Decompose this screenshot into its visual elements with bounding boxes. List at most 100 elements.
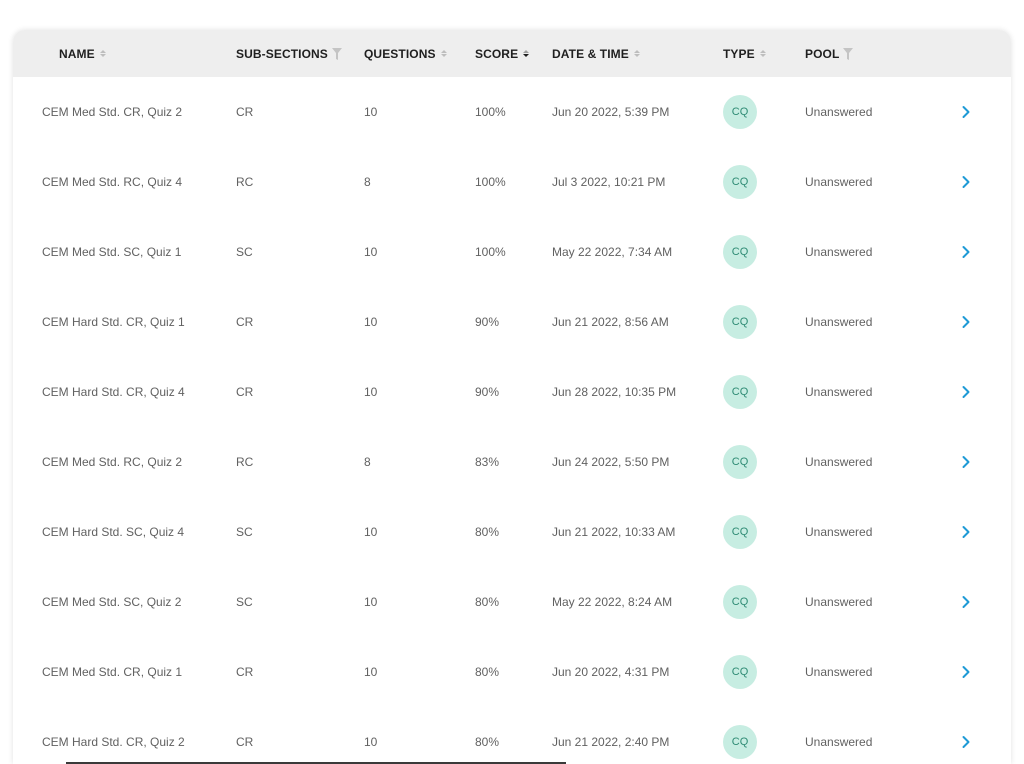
column-header-score[interactable]: SCORE: [475, 30, 530, 77]
chevron-right-icon: [962, 386, 970, 398]
datetime-cell: May 22 2022, 7:34 AM: [552, 245, 673, 259]
column-header-pool[interactable]: POOL: [805, 30, 854, 77]
row-open-button[interactable]: [961, 637, 971, 707]
type-cell: CQ: [723, 287, 757, 357]
chevron-right-icon: [962, 106, 970, 118]
row-open-button[interactable]: [961, 77, 971, 147]
table-row[interactable]: CEM Med Std. CR, Quiz 1 CR 10 80% Jun 20…: [13, 637, 1011, 707]
questions-cell: 10: [364, 245, 378, 259]
chevron-right-icon: [962, 316, 970, 328]
subsection-cell: CR: [236, 105, 254, 119]
quiz-results-table: NAME SUB-SECTIONS QUESTIONS SCORE DATE &…: [13, 30, 1011, 764]
pool-cell: Unanswered: [805, 735, 873, 749]
row-open-button[interactable]: [961, 357, 971, 427]
row-open-button[interactable]: [961, 427, 971, 497]
quiz-name: CEM Hard Std. CR, Quiz 2: [42, 735, 185, 749]
score-cell: 80%: [475, 525, 500, 539]
table-row[interactable]: CEM Med Std. RC, Quiz 4 RC 8 100% Jul 3 …: [13, 147, 1011, 217]
quiz-name: CEM Med Std. SC, Quiz 2: [42, 595, 182, 609]
type-badge: CQ: [723, 655, 757, 689]
chevron-right-icon: [962, 666, 970, 678]
table-row[interactable]: CEM Hard Std. CR, Quiz 1 CR 10 90% Jun 2…: [13, 287, 1011, 357]
datetime-cell: Jun 24 2022, 5:50 PM: [552, 455, 670, 469]
chevron-right-icon: [962, 176, 970, 188]
column-header-questions[interactable]: QUESTIONS: [364, 30, 447, 77]
type-badge: CQ: [723, 95, 757, 129]
filter-icon: [331, 47, 342, 60]
column-header-type[interactable]: TYPE: [723, 30, 766, 77]
pool-cell: Unanswered: [805, 105, 873, 119]
pool-cell: Unanswered: [805, 455, 873, 469]
subsection-cell: SC: [236, 525, 253, 539]
column-header-subsections[interactable]: SUB-SECTIONS: [236, 30, 342, 77]
type-badge: CQ: [723, 445, 757, 479]
datetime-cell: Jun 28 2022, 10:35 PM: [552, 385, 677, 399]
pool-cell: Unanswered: [805, 245, 873, 259]
table-row[interactable]: CEM Med Std. SC, Quiz 2 SC 10 80% May 22…: [13, 567, 1011, 637]
chevron-right-icon: [962, 246, 970, 258]
pool-cell: Unanswered: [805, 385, 873, 399]
table-row[interactable]: CEM Hard Std. SC, Quiz 4 SC 10 80% Jun 2…: [13, 497, 1011, 567]
column-header-name[interactable]: NAME: [59, 30, 106, 77]
column-header-datetime[interactable]: DATE & TIME: [552, 30, 640, 77]
quiz-name: CEM Hard Std. CR, Quiz 1: [42, 315, 185, 329]
type-badge: CQ: [723, 165, 757, 199]
subsection-cell: CR: [236, 665, 254, 679]
questions-cell: 10: [364, 315, 378, 329]
questions-cell: 10: [364, 665, 378, 679]
table-body: CEM Med Std. CR, Quiz 2 CR 10 100% Jun 2…: [13, 77, 1011, 764]
datetime-cell: Jun 20 2022, 4:31 PM: [552, 665, 670, 679]
score-cell: 100%: [475, 175, 506, 189]
row-open-button[interactable]: [961, 567, 971, 637]
sort-icon: [99, 50, 106, 57]
type-cell: CQ: [723, 427, 757, 497]
score-cell: 80%: [475, 735, 500, 749]
quiz-name: CEM Med Std. RC, Quiz 4: [42, 175, 183, 189]
questions-cell: 10: [364, 595, 378, 609]
quiz-name: CEM Med Std. CR, Quiz 2: [42, 105, 183, 119]
score-cell: 100%: [475, 245, 506, 259]
subsection-cell: CR: [236, 735, 254, 749]
row-open-button[interactable]: [961, 287, 971, 357]
type-cell: CQ: [723, 637, 757, 707]
type-badge: CQ: [723, 235, 757, 269]
type-cell: CQ: [723, 707, 757, 764]
type-badge: CQ: [723, 585, 757, 619]
row-open-button[interactable]: [961, 217, 971, 287]
row-open-button[interactable]: [961, 707, 971, 764]
datetime-cell: Jun 21 2022, 10:33 AM: [552, 525, 676, 539]
sort-descending-icon: [523, 50, 530, 57]
subsection-cell: CR: [236, 385, 254, 399]
type-cell: CQ: [723, 497, 757, 567]
table-row[interactable]: CEM Med Std. CR, Quiz 2 CR 10 100% Jun 2…: [13, 77, 1011, 147]
chevron-right-icon: [962, 736, 970, 748]
pool-cell: Unanswered: [805, 315, 873, 329]
type-cell: CQ: [723, 567, 757, 637]
pool-cell: Unanswered: [805, 665, 873, 679]
table-row[interactable]: CEM Hard Std. CR, Quiz 4 CR 10 90% Jun 2…: [13, 357, 1011, 427]
table-row[interactable]: CEM Med Std. SC, Quiz 1 SC 10 100% May 2…: [13, 217, 1011, 287]
score-cell: 100%: [475, 105, 506, 119]
datetime-cell: May 22 2022, 8:24 AM: [552, 595, 673, 609]
type-cell: CQ: [723, 147, 757, 217]
row-open-button[interactable]: [961, 497, 971, 567]
chevron-right-icon: [962, 526, 970, 538]
score-cell: 80%: [475, 595, 500, 609]
score-cell: 90%: [475, 385, 500, 399]
row-open-button[interactable]: [961, 147, 971, 217]
type-badge: CQ: [723, 515, 757, 549]
datetime-cell: Jun 21 2022, 2:40 PM: [552, 735, 670, 749]
quiz-name: CEM Med Std. RC, Quiz 2: [42, 455, 183, 469]
table-row[interactable]: CEM Med Std. RC, Quiz 2 RC 8 83% Jun 24 …: [13, 427, 1011, 497]
type-cell: CQ: [723, 77, 757, 147]
questions-cell: 10: [364, 735, 378, 749]
table-row[interactable]: CEM Hard Std. CR, Quiz 2 CR 10 80% Jun 2…: [13, 707, 1011, 764]
datetime-cell: Jun 21 2022, 8:56 AM: [552, 315, 669, 329]
questions-cell: 10: [364, 385, 378, 399]
questions-cell: 8: [364, 455, 371, 469]
score-cell: 90%: [475, 315, 500, 329]
type-badge: CQ: [723, 375, 757, 409]
quiz-name: CEM Hard Std. CR, Quiz 4: [42, 385, 185, 399]
type-badge: CQ: [723, 725, 757, 759]
subsection-cell: RC: [236, 455, 254, 469]
